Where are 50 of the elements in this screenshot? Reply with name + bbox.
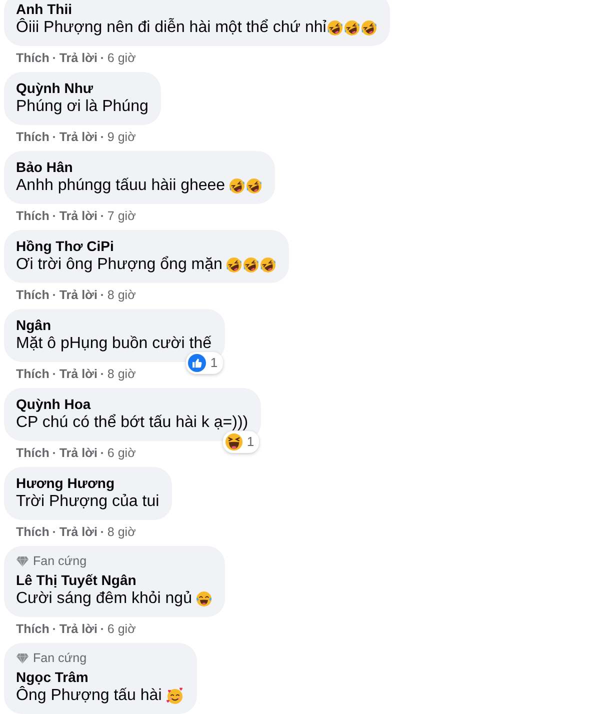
reaction-badge[interactable]: 1 [222, 431, 260, 453]
commenter-name[interactable]: Quỳnh Hoa [16, 396, 91, 412]
reaction-count: 1 [210, 355, 218, 371]
fan-badge-label: Fan cứng [33, 651, 87, 666]
comment-time[interactable]: 9 giờ [107, 129, 136, 145]
commenter-name[interactable]: Anh Thii [16, 1, 72, 17]
fan-badge-label: Fan cứng [33, 554, 87, 569]
reply-link[interactable]: Trả lời [59, 129, 98, 145]
comment-text: CP chú có thể bớt tấu hài k ạ=))) [16, 412, 248, 432]
commenter-name[interactable]: Hương Hương [16, 475, 114, 491]
diamond-icon [16, 556, 29, 567]
comment-time[interactable]: 6 giờ [107, 621, 136, 637]
like-link[interactable]: Thích [16, 208, 50, 224]
commenter-name[interactable]: Quỳnh Như [16, 80, 94, 96]
commenter-name[interactable]: Ngọc Trâm [16, 669, 88, 685]
like-link[interactable]: Thích [16, 287, 50, 303]
commenter-name[interactable]: Lê Thị Tuyết Ngân [16, 572, 136, 588]
comment-time[interactable]: 7 giờ [107, 208, 136, 224]
comment-text: Cười sáng đêm khỏi ngủ [16, 588, 192, 608]
like-link[interactable]: Thích [16, 445, 50, 461]
like-link[interactable]: Thích [16, 621, 50, 637]
comment-text: Mặt ô pHụng buồn cười thế [16, 334, 212, 354]
reply-link[interactable]: Trả lời [59, 287, 98, 303]
diamond-icon [16, 653, 29, 664]
comment-text: Ôiii Phượng nên đi diễn hài một thể chứ nhỉ [16, 18, 326, 38]
reply-link[interactable]: Trả lời [59, 208, 98, 224]
commenter-name[interactable]: Ngân [16, 317, 51, 333]
comment-text: Phúng ơi là Phúng [16, 96, 148, 116]
comment-text: Anhh phúngg tấuu hàii gheee [16, 176, 226, 196]
comment-text: Ơi trời ông Phượng ổng mặn [16, 254, 222, 274]
reply-link[interactable]: Trả lời [59, 524, 98, 540]
commenter-name[interactable]: Hồng Thơ CiPi [16, 238, 114, 254]
comment-time[interactable]: 6 giờ [107, 445, 136, 461]
reaction-badge[interactable]: 1 [186, 352, 223, 374]
like-link[interactable]: Thích [16, 524, 50, 540]
reply-link[interactable]: Trả lời [59, 445, 98, 461]
reply-link[interactable]: Trả lời [59, 366, 98, 382]
comment-text: Trời Phượng của tui [16, 492, 160, 512]
comment-time[interactable]: 8 giờ [107, 287, 136, 303]
comment-text: Ông Phượng tấu hài [16, 686, 162, 706]
like-link[interactable]: Thích [16, 129, 50, 145]
comment-time[interactable]: 8 giờ [107, 524, 136, 540]
reply-link[interactable]: Trả lời [59, 50, 98, 66]
like-link[interactable]: Thích [16, 366, 50, 382]
like-link[interactable]: Thích [16, 50, 50, 66]
comment-time[interactable]: 8 giờ [107, 366, 136, 382]
reply-link[interactable]: Trả lời [59, 621, 98, 637]
commenter-name[interactable]: Bảo Hân [16, 159, 73, 175]
reaction-count: 1 [246, 434, 254, 450]
comment-time[interactable]: 6 giờ [107, 50, 136, 66]
